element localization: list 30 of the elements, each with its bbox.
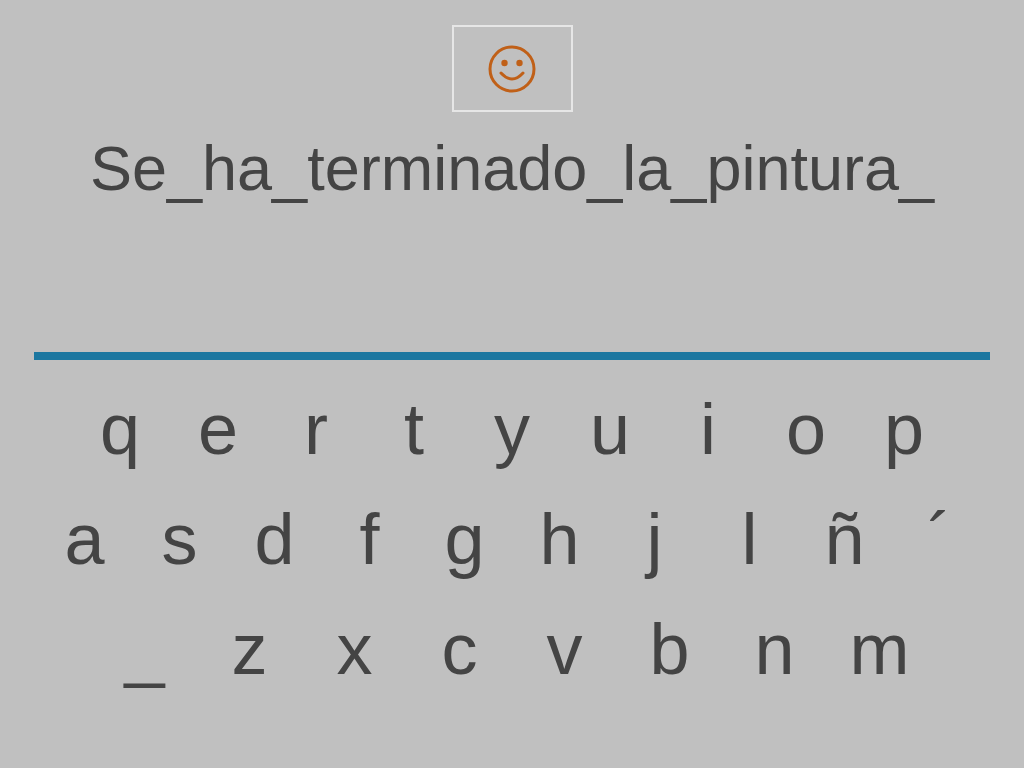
letter-key[interactable]: m: [827, 601, 932, 697]
letter-key[interactable]: r: [267, 381, 365, 477]
letter-key[interactable]: o: [757, 381, 855, 477]
letter-key[interactable]: l: [702, 491, 797, 587]
letter-key[interactable]: d: [227, 491, 322, 587]
letter-key[interactable]: c: [407, 601, 512, 697]
letter-key[interactable]: y: [463, 381, 561, 477]
letter-key[interactable]: g: [417, 491, 512, 587]
letter-key[interactable]: n: [722, 601, 827, 697]
letter-key[interactable]: _: [92, 601, 197, 697]
answer-text: Se_ha_terminado_la_pintura_: [89, 132, 935, 204]
smiley-icon: [487, 43, 537, 94]
letter-key[interactable]: f: [322, 491, 417, 587]
letter-key[interactable]: u: [561, 381, 659, 477]
letter-key[interactable]: q: [71, 381, 169, 477]
letter-key[interactable]: j: [607, 491, 702, 587]
letter-key[interactable]: s: [132, 491, 227, 587]
letter-key[interactable]: h: [512, 491, 607, 587]
letter-key[interactable]: e: [169, 381, 267, 477]
letter-key[interactable]: a: [37, 491, 132, 587]
letter-key[interactable]: b: [617, 601, 722, 697]
letter-key[interactable]: ´: [892, 491, 987, 587]
letter-key[interactable]: p: [855, 381, 953, 477]
letter-key[interactable]: ñ: [797, 491, 892, 587]
letter-key[interactable]: v: [512, 601, 617, 697]
hint-button[interactable]: [451, 25, 573, 112]
letter-key[interactable]: x: [302, 601, 407, 697]
letter-key[interactable]: t: [365, 381, 463, 477]
letter-key[interactable]: i: [659, 381, 757, 477]
letter-key[interactable]: z: [197, 601, 302, 697]
